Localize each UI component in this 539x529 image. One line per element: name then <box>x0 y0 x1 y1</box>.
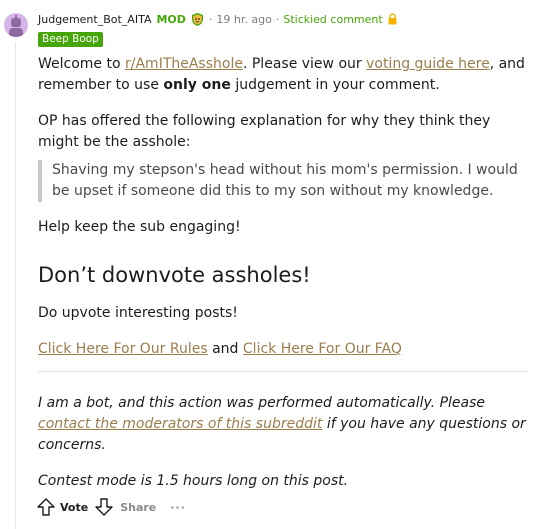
engagement-text: Help keep the sub engaging! <box>38 219 241 235</box>
avatar[interactable] <box>4 13 28 37</box>
op-explanation-quote: Shaving my stepson's head without his mo… <box>38 160 528 202</box>
comment-header: Judgement_Bot_AITA MOD · 19 hr. ago · St… <box>38 11 398 27</box>
username[interactable]: Judgement_Bot_AITA <box>38 13 151 26</box>
thread-line <box>15 42 16 529</box>
divider <box>38 371 528 372</box>
section-heading: Don’t downvote assholes! <box>38 263 311 287</box>
bot-disclaimer: I am a bot, and this action was performe… <box>38 395 526 453</box>
upvote-text: Do upvote interesting posts! <box>38 305 238 321</box>
subreddit-link[interactable]: r/AmITheAsshole <box>125 56 243 72</box>
separator: · <box>208 12 213 26</box>
upvote-icon[interactable] <box>36 497 56 517</box>
mod-label: MOD <box>156 12 186 26</box>
mod-shield-icon <box>190 12 205 27</box>
links-paragraph: Click Here For Our Rules and Click Here … <box>38 341 402 357</box>
welcome-paragraph: Welcome to r/AmITheAsshole. Please view … <box>38 56 525 93</box>
faq-link[interactable]: Click Here For Our FAQ <box>243 341 402 357</box>
lock-icon <box>387 13 398 25</box>
comment-body: Welcome to r/AmITheAsshole. Please view … <box>38 54 528 492</box>
contact-moderators-link[interactable]: contact the moderators of this subreddit <box>38 416 322 432</box>
share-button[interactable]: Share <box>120 501 156 514</box>
user-flair: Beep Boop <box>38 32 103 47</box>
action-bar: Vote Share ··· <box>36 497 186 517</box>
rules-link[interactable]: Click Here For Our Rules <box>38 341 208 357</box>
explanation-intro: OP has offered the following explanation… <box>38 113 491 150</box>
more-options-button[interactable]: ··· <box>170 501 186 514</box>
contest-mode-note: Contest mode is 1.5 hours long on this p… <box>38 473 349 489</box>
vote-label: Vote <box>60 500 89 514</box>
downvote-icon[interactable] <box>94 497 114 517</box>
separator: · <box>275 12 280 26</box>
timestamp[interactable]: 19 hr. ago <box>216 13 271 26</box>
stickied-label: Stickied comment <box>283 12 383 26</box>
voting-guide-link[interactable]: voting guide here <box>366 56 490 72</box>
